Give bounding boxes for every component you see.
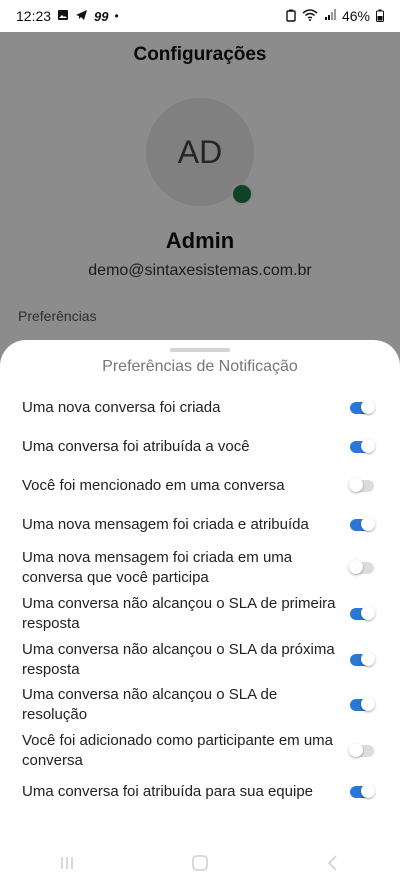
preference-toggle[interactable] [349, 478, 374, 492]
sheet-title: Preferências de Notificação [102, 358, 298, 375]
status-left: 12:23 99 • [16, 8, 119, 24]
recent-apps-button[interactable] [47, 843, 87, 883]
preference-label: Uma conversa não alcançou o SLA de prime… [22, 595, 336, 632]
preference-label: Você foi mencionado em uma conversa [22, 477, 285, 494]
battery-icon [376, 9, 384, 24]
toggle-knob [361, 606, 375, 620]
preference-label: Uma nova conversa foi criada [22, 399, 221, 416]
toggle-knob [349, 478, 363, 492]
preference-row: Uma conversa não alcançou o SLA de prime… [22, 594, 382, 634]
notification-count: 99 [94, 8, 109, 24]
preference-toggle[interactable] [350, 517, 375, 531]
home-icon [191, 854, 208, 871]
signal-icon [324, 9, 336, 23]
toggle-knob [361, 784, 375, 798]
notification-preferences-sheet: Preferências de Notificação Uma nova con… [0, 340, 400, 889]
back-icon [327, 854, 338, 871]
status-bar: 12:23 99 • 46% [0, 0, 400, 32]
toggle-knob [361, 517, 375, 531]
preference-label: Você foi adicionado como participante em… [22, 732, 334, 769]
preference-row: Uma nova conversa foi criada [22, 398, 382, 418]
preference-label: Uma nova mensagem foi criada e atribuída [22, 516, 309, 533]
preference-toggle[interactable] [350, 439, 375, 453]
preference-label: Uma conversa não alcançou o SLA de resol… [22, 686, 278, 723]
toggle-knob [361, 400, 375, 414]
preference-row: Você foi adicionado como participante em… [22, 731, 382, 771]
telegram-icon [75, 9, 88, 23]
preference-toggle[interactable] [350, 697, 375, 711]
preference-toggle[interactable] [350, 652, 375, 666]
sheet-drag-handle[interactable] [170, 348, 230, 352]
preference-label: Uma conversa foi atribuída para sua equi… [22, 783, 314, 800]
preference-toggle[interactable] [349, 743, 374, 757]
preference-toggle[interactable] [350, 784, 375, 798]
home-button[interactable] [180, 843, 220, 883]
battery-saver-icon [286, 9, 296, 24]
gallery-icon [57, 9, 69, 23]
preference-row: Uma conversa não alcançou o SLA de resol… [22, 685, 382, 725]
preference-row: Você foi mencionado em uma conversa [22, 476, 382, 496]
preference-row: Uma nova mensagem foi criada em uma conv… [22, 548, 382, 588]
recent-apps-icon [60, 856, 73, 869]
preference-toggle[interactable] [349, 560, 374, 574]
toggle-knob [361, 439, 375, 453]
battery-percent: 46% [341, 8, 370, 24]
toggle-knob [349, 743, 363, 757]
wifi-icon [302, 9, 318, 23]
preference-label: Uma conversa foi atribuída a você [22, 438, 250, 455]
toggle-knob [361, 697, 375, 711]
preference-row: Uma nova mensagem foi criada e atribuída [22, 515, 382, 535]
preference-toggle[interactable] [350, 400, 375, 414]
preference-toggle[interactable] [350, 606, 375, 620]
back-button[interactable] [313, 843, 353, 883]
status-time: 12:23 [16, 8, 52, 24]
preference-row: Uma conversa não alcançou o SLA da próxi… [22, 640, 382, 680]
preference-row: Uma conversa foi atribuída para sua equi… [22, 782, 382, 802]
preference-label: Uma nova mensagem foi criada em uma conv… [22, 549, 293, 586]
toggle-knob [349, 560, 363, 574]
system-navigation-bar [0, 836, 400, 889]
toggle-knob [361, 652, 375, 666]
preference-label: Uma conversa não alcançou o SLA da próxi… [22, 641, 335, 678]
preference-row: Uma conversa foi atribuída a você [22, 437, 382, 457]
dot-icon: • [114, 9, 119, 23]
status-right: 46% [286, 8, 384, 24]
